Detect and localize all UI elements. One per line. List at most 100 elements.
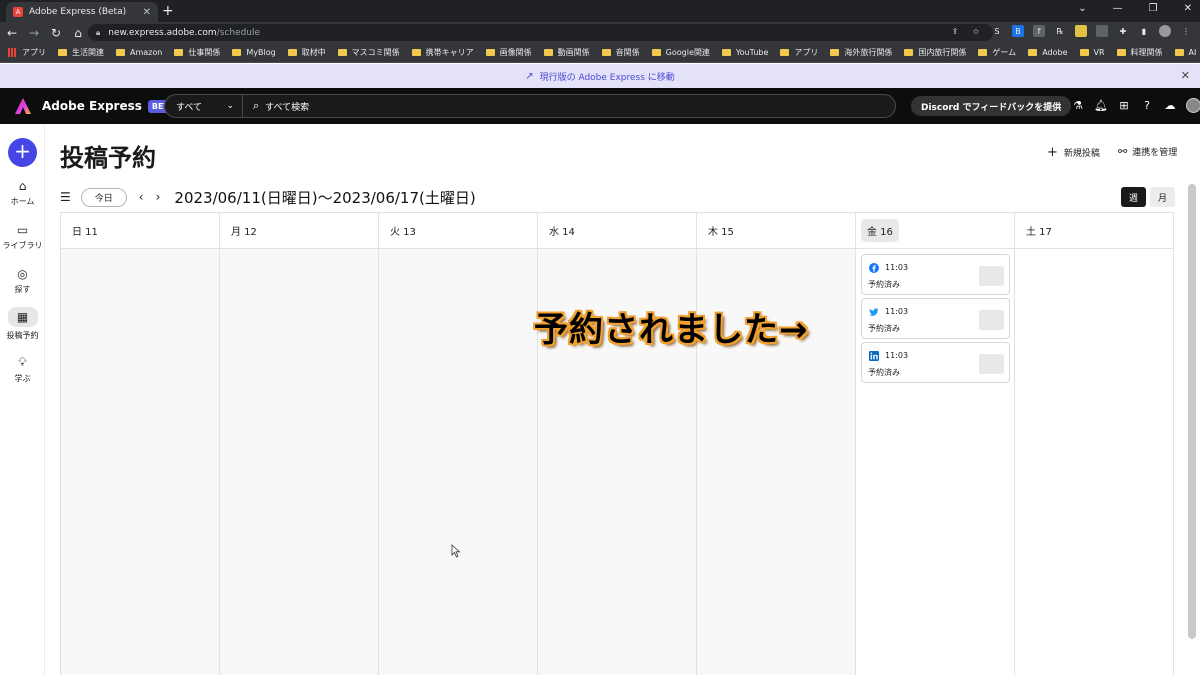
scheduled-post-facebook[interactable]: 11:03 予約済み	[861, 254, 1010, 295]
bookmark-folder[interactable]: 画像関係	[485, 47, 532, 58]
bookmark-apps[interactable]: アプリ	[8, 47, 46, 58]
forward-icon[interactable]: →	[24, 26, 44, 40]
extension-card-icon[interactable]	[1096, 25, 1108, 37]
folder-icon	[232, 49, 242, 56]
rail-item-library[interactable]: ▭ ライブラリ	[0, 223, 45, 251]
sidepanel-icon[interactable]: ▮	[1138, 25, 1150, 37]
bookmark-folder[interactable]: YouTube	[721, 48, 768, 57]
rail-item-discover[interactable]: ◎ 探す	[0, 267, 45, 295]
bookmark-folder[interactable]: アプリ	[780, 47, 818, 58]
tab-close-icon[interactable]: ✕	[143, 7, 151, 18]
day-slot[interactable]	[379, 249, 537, 675]
bookmark-folder[interactable]: VR	[1079, 48, 1105, 57]
scheduled-post-linkedin[interactable]: 11:03 予約済み	[861, 342, 1010, 383]
manage-connections-button[interactable]: ⚯ 連携を管理	[1118, 145, 1177, 158]
menu-kebab-icon[interactable]: ⋮	[1180, 25, 1192, 37]
bookmark-folder[interactable]: 仕事関係	[174, 47, 220, 58]
bookmark-folder[interactable]: 料理関係	[1116, 47, 1163, 58]
browser-tab[interactable]: A Adobe Express (Beta) ✕	[6, 2, 158, 22]
maximize-icon[interactable]: ❐	[1149, 3, 1158, 14]
minimize-icon[interactable]: —	[1113, 3, 1123, 14]
bookmark-folder[interactable]: Adobe	[1028, 48, 1068, 57]
scheduled-post-twitter[interactable]: 11:03 予約済み	[861, 298, 1010, 339]
bookmark-folder[interactable]: 携帯キャリア	[411, 47, 474, 58]
folder-icon	[651, 49, 661, 56]
reload-icon[interactable]: ↻	[46, 26, 66, 40]
extension-yellow-icon[interactable]	[1075, 25, 1087, 37]
apps-grid-icon[interactable]: ⊞	[1117, 98, 1131, 112]
day-header: 水 14	[538, 213, 696, 249]
month-view-button[interactable]: 月	[1150, 187, 1175, 207]
list-view-icon[interactable]: ☰	[60, 190, 71, 204]
bookmark-folder[interactable]: 生活関連	[58, 47, 104, 58]
page-scrollbar[interactable]	[1188, 184, 1196, 639]
extension-icons: ⇪ ☆ S B f ℞ ✚ ▮ ⋮	[949, 25, 1192, 37]
share-icon[interactable]: ⇪	[949, 25, 961, 37]
address-bar[interactable]: 🔒︎ new.express.adobe.com/schedule	[88, 24, 993, 41]
day-slot[interactable]	[220, 249, 378, 675]
search-input[interactable]: ⌕ すべて検索	[253, 99, 309, 113]
bookmark-folder[interactable]: 取材中	[287, 47, 326, 58]
post-time: 11:03	[885, 351, 909, 360]
new-tab-icon[interactable]: +	[162, 3, 174, 19]
close-window-icon[interactable]: ✕	[1184, 3, 1192, 14]
bookmark-folder[interactable]: 海外旅行関係	[830, 47, 892, 58]
folder-icon	[1174, 49, 1184, 56]
search-scope-dropdown[interactable]: すべて ⌄	[165, 95, 243, 117]
bookmark-folder[interactable]: 国内旅行関係	[904, 47, 966, 58]
help-icon[interactable]: ?	[1140, 98, 1154, 112]
create-button[interactable]: +	[8, 138, 37, 167]
bookmark-folder[interactable]: AI	[1174, 48, 1196, 57]
bookmark-folder[interactable]: マスコミ関係	[337, 47, 400, 58]
bookmark-folder[interactable]: 動画関係	[543, 47, 590, 58]
chevron-down-icon[interactable]: ⌄	[1078, 3, 1086, 14]
plus-icon: +	[1047, 145, 1058, 160]
today-button[interactable]: 今日	[80, 187, 127, 207]
linkedin-icon	[869, 351, 879, 361]
bookmark-folder[interactable]: 音関係	[601, 47, 640, 58]
app-header: Adobe Express BETA 版 すべて ⌄ ⌕ すべて検索 Disco…	[0, 88, 1200, 124]
bell-icon[interactable]: 🔔︎	[1094, 98, 1108, 112]
window-controls: ⌄ — ❐ ✕	[1078, 3, 1192, 14]
new-post-label: 新規投稿	[1063, 149, 1100, 159]
adobe-express-logo-icon[interactable]	[14, 97, 32, 115]
flask-icon[interactable]: ⚗	[1071, 98, 1085, 112]
post-status: 予約済み	[868, 324, 900, 333]
rail-item-label: 学ぶ	[14, 374, 31, 383]
discord-feedback-button[interactable]: Discord でフィードバックを提供	[911, 96, 1072, 116]
extension-blue-icon[interactable]: B	[1012, 25, 1024, 37]
day-header: 日 11	[61, 213, 219, 249]
date-range: 2023/06/11(日曜日)〜2023/06/17(土曜日)	[174, 188, 476, 207]
bookmark-folder[interactable]: Amazon	[116, 48, 162, 57]
next-week-icon[interactable]: ›	[156, 190, 161, 204]
day-slot[interactable]	[61, 249, 219, 675]
prev-week-icon[interactable]: ‹	[139, 190, 144, 204]
new-post-button[interactable]: + 新規投稿	[1047, 145, 1100, 160]
star-icon[interactable]: ☆	[970, 25, 982, 37]
avatar[interactable]	[1186, 98, 1200, 113]
extension-rx-icon[interactable]: ℞	[1054, 25, 1066, 37]
left-rail: + ⌂ ホーム ▭ ライブラリ ◎ 探す ▦ 投稿予約 💡︎ 学ぶ	[0, 124, 45, 675]
day-slot[interactable]	[1015, 249, 1173, 675]
rail-item-home[interactable]: ⌂ ホーム	[0, 179, 45, 207]
day-header-today: 金 16	[856, 213, 1014, 249]
week-view-button[interactable]: 週	[1121, 187, 1146, 207]
day-slot[interactable]: 11:03 予約済み 11:03 予約済み 11:03 予約済み	[856, 249, 1014, 675]
home-browser-icon[interactable]: ⌂	[68, 26, 88, 40]
folder-icon	[337, 49, 347, 56]
banner-link[interactable]: 現行版の Adobe Express に移動	[540, 70, 675, 83]
extension-facebook-icon[interactable]: f	[1033, 25, 1045, 37]
bookmark-folder[interactable]: Google関連	[651, 47, 710, 58]
rail-item-schedule[interactable]: ▦ 投稿予約	[0, 307, 45, 341]
rail-item-label: 探す	[14, 285, 31, 294]
creative-cloud-icon[interactable]: ☁	[1163, 98, 1177, 112]
puzzle-icon[interactable]: ✚	[1117, 25, 1129, 37]
back-icon[interactable]: ←	[2, 26, 22, 40]
extension-s-icon[interactable]: S	[991, 25, 1003, 37]
banner-close-icon[interactable]: ✕	[1181, 69, 1190, 82]
bookmark-folder[interactable]: ゲーム	[978, 47, 1016, 58]
rail-item-learn[interactable]: 💡︎ 学ぶ	[0, 355, 45, 384]
folder-icon	[1116, 49, 1126, 56]
profile-icon[interactable]	[1159, 25, 1171, 37]
bookmark-folder[interactable]: MyBlog	[232, 48, 276, 57]
